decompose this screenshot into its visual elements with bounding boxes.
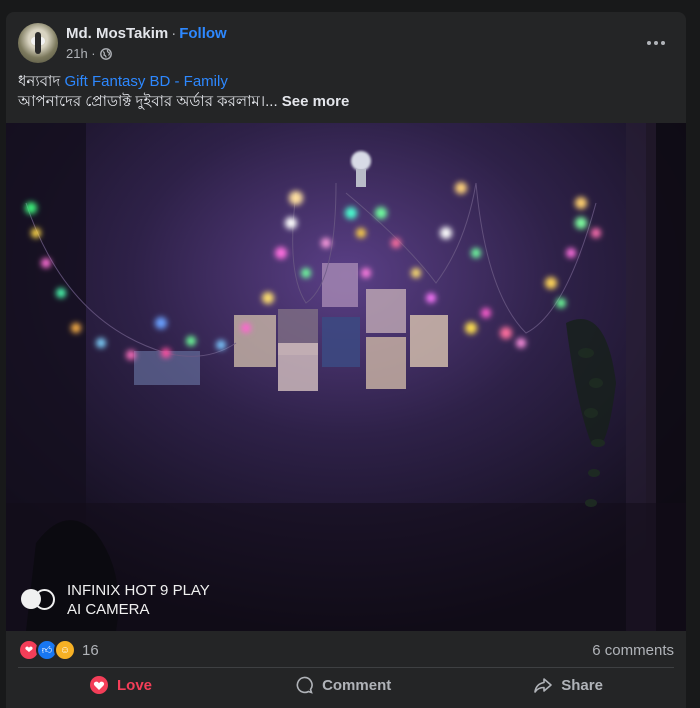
post-text-line2: আপনাদের প্রোডাক্ট দুইবার অর্ডার করলাম।..… bbox=[18, 92, 674, 112]
post-text: ধন্যবাদ Gift Fantasy BD - Family আপনাদের… bbox=[18, 72, 674, 112]
camera-watermark: INFINIX HOT 9 PLAY AI CAMERA bbox=[21, 581, 210, 619]
post-card: Md. MosTakim · Follow 21h · ধন্যবাদ Gift F… bbox=[6, 12, 686, 708]
thanks-text: ধন্যবাদ bbox=[18, 73, 61, 90]
avatar[interactable] bbox=[18, 23, 58, 63]
post-text-line1: ধন্যবাদ Gift Fantasy BD - Family bbox=[18, 72, 674, 92]
follow-button[interactable]: Follow bbox=[179, 25, 227, 42]
share-button[interactable]: Share bbox=[513, 669, 623, 701]
dot-icon bbox=[647, 41, 651, 45]
see-more-link[interactable]: See more bbox=[282, 93, 350, 110]
post-time[interactable]: 21h · bbox=[66, 46, 96, 61]
post-body-text: আপনাদের প্রোডাক্ট দুইবার অর্ডার করলাম।..… bbox=[18, 93, 278, 110]
love-button[interactable]: Love bbox=[69, 669, 172, 701]
comment-icon bbox=[296, 676, 313, 694]
action-bar: Love Comment Share bbox=[18, 667, 674, 702]
watermark-line1: INFINIX HOT 9 PLAY bbox=[67, 582, 210, 599]
more-options-button[interactable] bbox=[642, 29, 670, 57]
post-meta: 21h · bbox=[66, 46, 112, 61]
post-photo[interactable]: INFINIX HOT 9 PLAY AI CAMERA bbox=[6, 123, 686, 631]
author-line: Md. MosTakim · Follow bbox=[66, 25, 227, 42]
share-label: Share bbox=[561, 676, 603, 694]
dot-icon bbox=[654, 41, 658, 45]
dot-icon bbox=[661, 41, 665, 45]
watermark-line2: AI CAMERA bbox=[67, 601, 150, 618]
engagement-bar: ❤ 👍︎ ☺ 16 6 comments bbox=[18, 639, 674, 661]
post-header: Md. MosTakim · Follow 21h · bbox=[18, 23, 674, 65]
photo-scene bbox=[6, 123, 686, 631]
camera-logo-icon bbox=[21, 589, 59, 611]
care-reaction-icon: ☺ bbox=[54, 639, 76, 661]
author-name[interactable]: Md. MosTakim bbox=[66, 25, 168, 42]
comment-button[interactable]: Comment bbox=[274, 669, 411, 701]
tagged-page-link[interactable]: Gift Fantasy BD - Family bbox=[64, 73, 227, 90]
reaction-count: 16 bbox=[82, 641, 99, 659]
globe-icon bbox=[99, 47, 112, 60]
love-label: Love bbox=[117, 676, 153, 694]
comment-label: Comment bbox=[322, 676, 392, 694]
watermark-text: INFINIX HOT 9 PLAY AI CAMERA bbox=[67, 581, 210, 619]
comments-count-link[interactable]: 6 comments bbox=[592, 642, 674, 659]
share-icon bbox=[534, 678, 553, 693]
separator-dot: · bbox=[171, 25, 177, 42]
reactions-summary[interactable]: ❤ 👍︎ ☺ 16 bbox=[18, 639, 99, 661]
heart-icon bbox=[90, 676, 109, 694]
